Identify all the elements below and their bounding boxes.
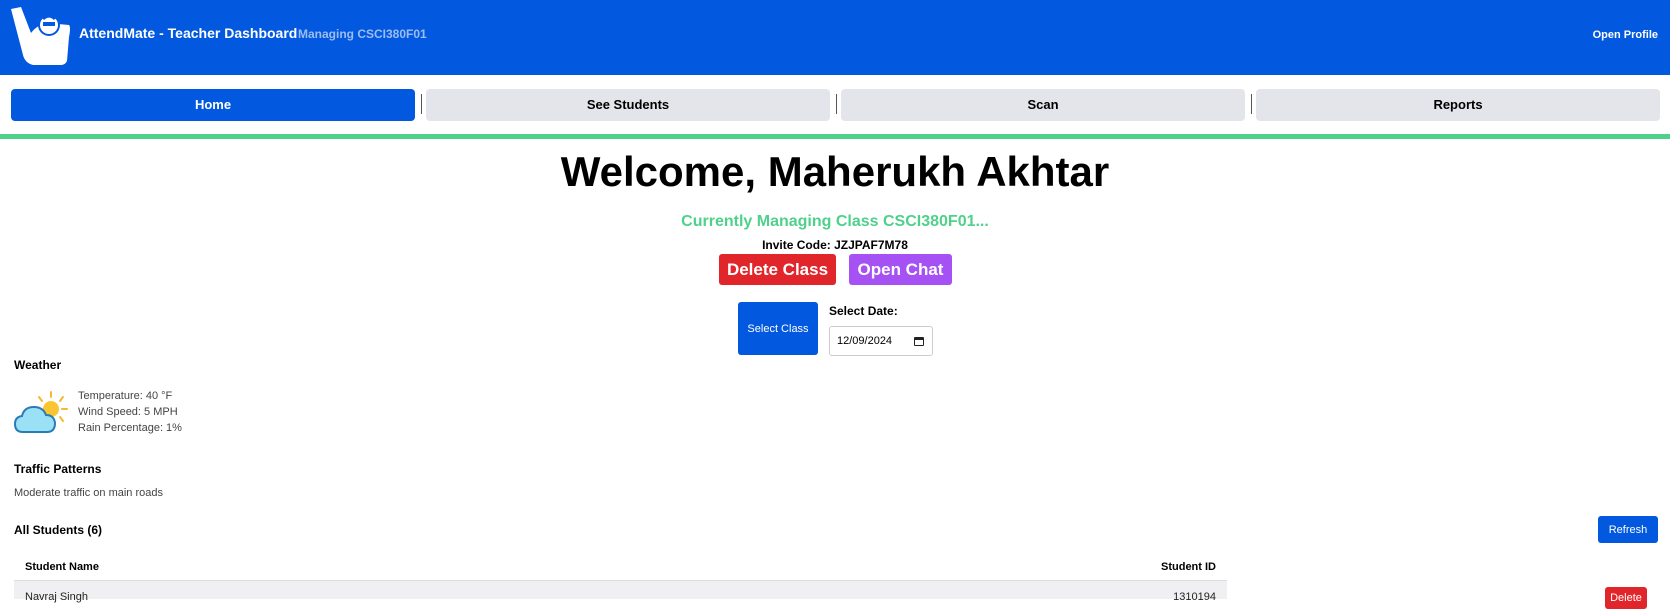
tab-divider bbox=[836, 94, 837, 114]
weather-title: Weather bbox=[14, 358, 62, 372]
calendar-icon[interactable] bbox=[914, 336, 924, 346]
student-name-cell: Navraj Singh bbox=[25, 591, 88, 603]
delete-class-button[interactable]: Delete Class bbox=[719, 254, 836, 285]
partly-cloudy-icon bbox=[13, 391, 68, 433]
date-value: 12/09/2024 bbox=[837, 335, 893, 347]
open-profile-button[interactable]: Open Profile bbox=[1593, 29, 1658, 41]
tab-see-students[interactable]: See Students bbox=[426, 89, 830, 121]
tab-reports[interactable]: Reports bbox=[1256, 89, 1660, 121]
open-chat-button[interactable]: Open Chat bbox=[849, 254, 952, 285]
app-logo-icon bbox=[11, 7, 70, 65]
app-title: AttendMate - Teacher Dashboard bbox=[79, 25, 298, 41]
students-title: All Students (6) bbox=[14, 523, 103, 537]
accent-divider bbox=[0, 134, 1670, 139]
student-id-cell: 1310194 bbox=[1173, 591, 1216, 603]
date-input[interactable]: 12/09/2024 bbox=[829, 326, 933, 356]
tab-bar: Home See Students Scan Reports bbox=[0, 75, 1670, 134]
traffic-description: Moderate traffic on main roads bbox=[14, 487, 163, 499]
app-header: AttendMate - Teacher Dashboard Managing … bbox=[0, 0, 1670, 75]
table-row bbox=[14, 580, 1227, 599]
select-class-button[interactable]: Select Class bbox=[738, 302, 818, 355]
managing-class-subtitle: Managing CSCI380F01 bbox=[298, 27, 427, 41]
tab-divider bbox=[421, 94, 422, 114]
invite-code: Invite Code: JZJPAF7M78 bbox=[762, 238, 908, 252]
column-header-student-id: Student ID bbox=[1161, 561, 1216, 573]
weather-wind-speed: Wind Speed: 5 MPH bbox=[78, 406, 178, 418]
refresh-button[interactable]: Refresh bbox=[1598, 516, 1658, 543]
weather-rain-percentage: Rain Percentage: 1% bbox=[78, 422, 182, 434]
tab-home[interactable]: Home bbox=[11, 89, 415, 121]
select-date-label: Select Date: bbox=[829, 304, 898, 318]
traffic-title: Traffic Patterns bbox=[14, 462, 102, 476]
managing-class-text: Currently Managing Class CSCI380F01... bbox=[681, 213, 989, 230]
delete-student-button[interactable]: Delete bbox=[1605, 587, 1647, 609]
tab-divider bbox=[1251, 94, 1252, 114]
column-header-student-name: Student Name bbox=[25, 561, 99, 573]
tab-scan[interactable]: Scan bbox=[841, 89, 1245, 121]
welcome-heading: Welcome, Maherukh Akhtar bbox=[560, 148, 1110, 195]
weather-temperature: Temperature: 40 °F bbox=[78, 390, 173, 402]
